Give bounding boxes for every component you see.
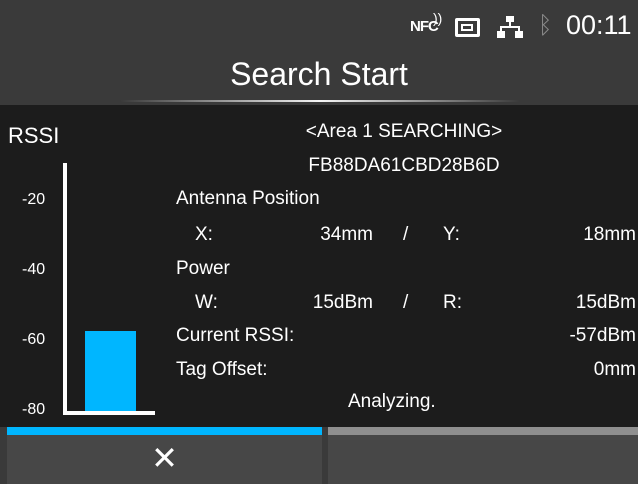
tag-id: FB88DA61CBD28B6D <box>308 155 500 176</box>
area-status: <Area 1 SEARCHING> <box>305 121 503 142</box>
rssi-tick: -40 <box>22 261 46 278</box>
current-rssi-label: Current RSSI: <box>176 325 295 346</box>
rssi-tick: -20 <box>22 191 46 208</box>
status-bar: NFC )) ᛒ 00:11 <box>0 0 638 50</box>
lan-icon <box>497 16 523 38</box>
cancel-button-indicator <box>7 427 322 435</box>
w-value: 15dBm <box>312 292 373 313</box>
y-label: Y: <box>443 224 460 245</box>
rssi-y-axis <box>63 163 67 415</box>
x-value: 34mm <box>320 224 373 245</box>
title-underline <box>120 100 520 102</box>
power-label: Power <box>176 258 230 279</box>
rssi-label: RSSI <box>8 123 60 148</box>
cancel-button[interactable]: ✕ <box>7 435 322 484</box>
tag-offset-label: Tag Offset: <box>176 359 268 380</box>
empty-button-indicator <box>328 427 638 435</box>
w-label: W: <box>195 292 218 313</box>
rssi-bar <box>85 330 136 411</box>
analyzing-status: Analyzing. <box>348 391 436 412</box>
clock: 00:11 <box>566 10 632 40</box>
r-value: 15dBm <box>575 292 636 313</box>
antenna-position-label: Antenna Position <box>176 188 320 209</box>
rssi-x-axis <box>63 411 155 415</box>
rssi-tick: -60 <box>22 331 46 348</box>
current-rssi-value: -57dBm <box>569 325 636 346</box>
page-title: Search Start <box>230 56 408 92</box>
close-icon: ✕ <box>151 440 178 476</box>
printer-screen: NFC )) ᛒ 00:11 Search Start RSSI -20 -40… <box>0 0 638 484</box>
separator: / <box>403 292 409 313</box>
rssi-tick: -80 <box>22 401 46 418</box>
tag-offset-value: 0mm <box>593 359 636 380</box>
x-label: X: <box>195 224 213 245</box>
y-value: 18mm <box>583 224 636 245</box>
sd-card-icon <box>455 18 480 37</box>
separator: / <box>403 224 409 245</box>
nfc-waves-icon: )) <box>433 10 443 26</box>
bluetooth-icon: ᛒ <box>538 12 553 39</box>
r-label: R: <box>443 292 462 313</box>
empty-softkey[interactable] <box>328 435 638 484</box>
